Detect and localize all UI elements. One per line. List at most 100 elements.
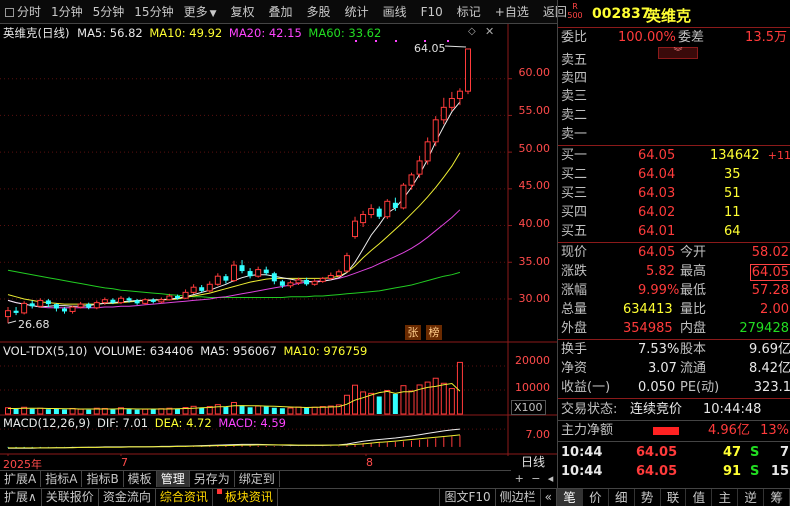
tab-price[interactable]: 价 [583,489,609,506]
tab-capital-flow[interactable]: 资金流向 [99,489,156,506]
candle-body [360,214,367,224]
quote-label: 外盘 [561,321,588,336]
quote-row: 涨幅 9.99% 最低 57.28 [558,282,790,300]
bid-row[interactable]: 买五 64.01 64 [558,223,790,241]
low-price-marker: 26.68 [18,318,50,331]
bid-volume: 35 [724,167,741,182]
macd-value-label: MACD: 4.59 [218,416,286,430]
macd-legend: MACD(12,26,9) DIF: 7.01 DEA: 4.72 MACD: … [3,416,286,430]
volume-bar [45,409,51,414]
tab-linked[interactable]: 联 [661,489,687,506]
volume-bar [190,405,197,415]
toolbar-multi-stock[interactable]: 多股 [302,1,336,23]
tab-value[interactable]: 值 [686,489,713,506]
volume-bar [174,408,180,414]
quote-label: 内盘 [680,321,707,336]
bid-row[interactable]: 买三 64.03 51 [558,185,790,203]
candle-body [37,299,44,307]
toolbar-f10[interactable]: F10 [416,1,448,23]
kline-chart-svg[interactable] [0,24,557,456]
panel-tabs: 笔 价 细 势 联 值 主 逆 筹 [557,488,790,506]
candle-body [416,160,423,175]
low-price: 57.28 [751,283,789,298]
stat-label: 净资 [561,361,588,376]
tab-manage[interactable]: 管理 [156,471,190,487]
bid-label: 买一 [561,148,588,163]
candle-body [77,303,84,308]
tab-detail[interactable]: 细 [609,489,635,506]
bid-row[interactable]: 买四 64.02 11 [558,204,790,222]
ranking-badge[interactable]: 榜 [426,325,442,340]
quote-label: 最低 [680,283,707,298]
toolbar-15min[interactable]: 15分钟 [129,1,178,23]
tab-sidebar[interactable]: 侧边栏 [496,489,541,506]
close-icon[interactable]: ✕ [485,25,494,38]
toolbar-more[interactable]: 更多 ▼ [179,1,222,23]
volume-bar [69,407,76,415]
bid-volume: 11 [724,205,741,220]
toolbar-mark[interactable]: 标记 [452,1,486,23]
tab-related-quotes[interactable]: 关联报价 [42,489,99,506]
candle-body [53,304,59,309]
candle-body [86,304,92,308]
macd-indicator-label: MACD(12,26,9) [3,416,91,430]
toolbar-add-watchlist[interactable]: +自选 [490,1,534,23]
period-selector[interactable]: 日线 [511,455,555,470]
toolbar-5min[interactable]: 5分钟 [88,1,130,23]
limit-up-badge[interactable]: 张 [405,325,421,340]
chart-zoom-controls: + − ◂ [511,472,557,487]
tick-side: S [750,464,760,479]
diamond-icon[interactable]: ◇ [468,26,476,37]
tick-count: 7 [779,445,789,460]
tab-save-as[interactable]: 另存为 [190,471,235,487]
volume-bar [230,401,237,415]
volume-bar [368,392,375,415]
bid-row[interactable]: 买一 64.05 134642 +11 [558,147,790,165]
red-marker-icon [216,489,222,494]
tab-chips[interactable]: 筹 [764,489,790,506]
toolbar-stats[interactable]: 统计 [340,1,374,23]
order-diff-label: 委差 [678,30,705,45]
toolbar-adjust[interactable]: 复权 [226,1,260,23]
tab-trend[interactable]: 势 [635,489,661,506]
tab-trades[interactable]: 笔 [557,489,583,506]
price-tick-label: 55.00 [518,104,551,117]
tab-extend-a[interactable]: 扩展A [0,471,42,487]
candle-body [142,299,149,304]
zoom-out-icon[interactable]: − [531,472,540,487]
bid-row[interactable]: 买二 64.04 35 [558,166,790,184]
candle-body [432,119,439,143]
volume-legend: VOL-TDX(5,10) VOLUME: 634406 MA5: 956067… [3,344,367,358]
candle-body [319,277,326,282]
tab-graphic-f10[interactable]: 图文F10 [439,489,496,506]
collapse-icon[interactable]: « [541,489,557,506]
kline-chart-area[interactable]: 英维克(日线) MA5: 56.82 MA10: 49.92 MA20: 42.… [0,24,557,471]
order-diff-value: 13.5万 [745,30,787,45]
tab-main[interactable]: 主 [712,489,739,506]
toolbar-intraday[interactable]: 分时 [0,1,46,23]
scroll-left-icon[interactable]: ◂ [548,472,554,487]
ma20-line [7,209,461,309]
tab-sector-news[interactable]: 板块资讯 [213,489,278,506]
price-tick-label: 30.00 [518,292,551,305]
tab-indicator-b[interactable]: 指标B [82,471,124,487]
toolbar-overlay[interactable]: 叠加 [264,1,298,23]
tab-general-news[interactable]: 综合资讯 [156,489,213,506]
toolbar-draw[interactable]: 画线 [378,1,412,23]
tab-extend[interactable]: 扩展∧ [0,489,42,506]
ask-row: 卖四 [558,70,790,88]
order-ratio-label: 委比 [561,30,588,45]
macd-dea-label: DEA: 4.72 [154,416,212,430]
tab-bind-to[interactable]: 绑定到 [235,471,280,487]
zoom-in-icon[interactable]: + [515,472,524,487]
info-tabs: 扩展∧ 关联报价 资金流向 综合资讯 板块资讯 图文F10 侧边栏 « [0,488,557,506]
volume-bar [86,409,92,414]
bid-volume: 64 [724,224,741,239]
candle-body [295,279,302,284]
volume-bar [142,408,149,415]
main-net-row[interactable]: 主力净额 4.96亿 13% [558,422,790,440]
tab-indicator-a[interactable]: 指标A [41,471,83,487]
toolbar-1min[interactable]: 1分钟 [46,1,88,23]
tab-reverse[interactable]: 逆 [738,489,765,506]
tab-template[interactable]: 模板 [124,471,157,487]
